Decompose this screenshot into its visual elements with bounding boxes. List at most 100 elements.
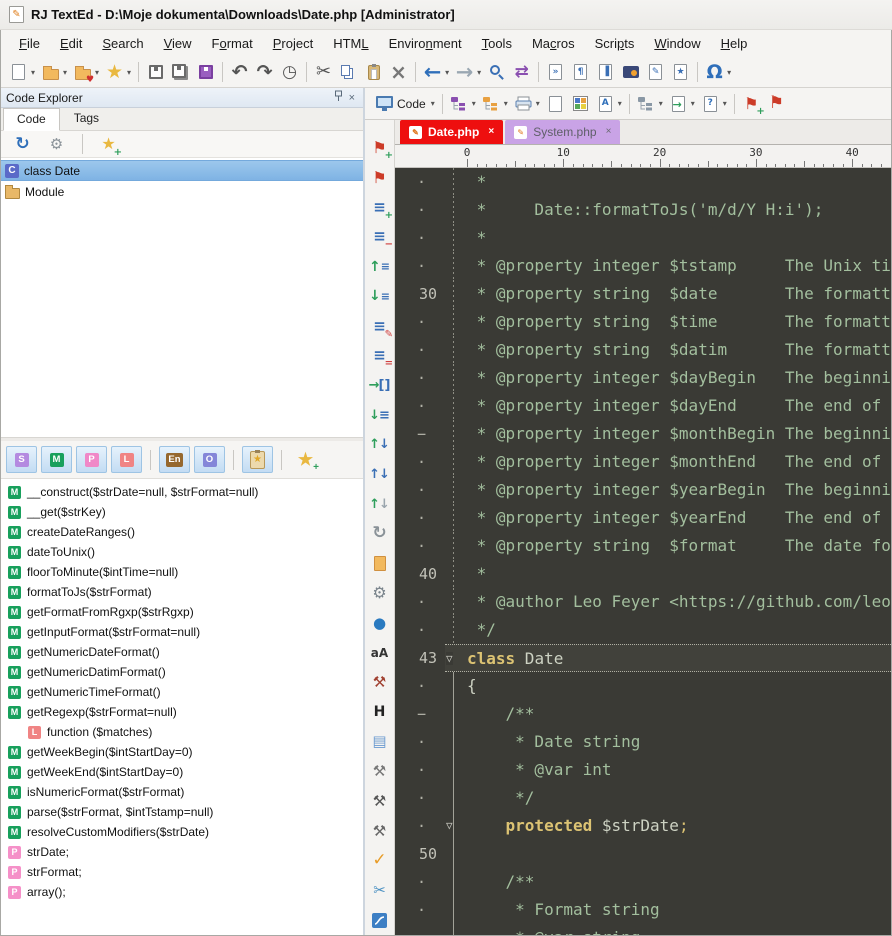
member-item[interactable]: M__construct($strDate=null, $strFormat=n… xyxy=(1,482,363,502)
member-item[interactable]: MgetInputFormat($strFormat=null) xyxy=(1,622,363,642)
member-item[interactable]: MgetFormatFromRgxp($strRgxp) xyxy=(1,602,363,622)
sort-descending-button[interactable]: ↑↓ xyxy=(366,489,394,519)
bookmark-members-button[interactable]: ★ xyxy=(242,446,273,473)
member-item[interactable]: MfloorToMinute($intTime=null) xyxy=(1,562,363,582)
navigate-forward-button[interactable]: →▾ xyxy=(452,59,484,86)
find-button[interactable] xyxy=(484,59,509,86)
font-format-button[interactable]: A▾ xyxy=(593,90,625,117)
color-palette-button[interactable] xyxy=(568,90,593,117)
save-as-button[interactable] xyxy=(193,59,218,86)
menu-environment[interactable]: Environment xyxy=(379,32,472,55)
tab-tags[interactable]: Tags xyxy=(60,107,113,130)
strip-tags-button[interactable]: ✂ xyxy=(366,876,394,906)
structure-gray-button[interactable]: ▾ xyxy=(634,90,666,117)
settings-button[interactable]: ⚙ xyxy=(366,579,394,609)
fold-marker-icon[interactable]: ▽ xyxy=(446,819,453,832)
filter-p-button[interactable]: P xyxy=(76,446,107,473)
add-favorite-button[interactable]: ★+ xyxy=(290,446,321,473)
browser-preview-button[interactable]: ● xyxy=(366,608,394,638)
tab-close-icon[interactable]: × xyxy=(606,127,612,137)
snippets-doc-button[interactable]: » xyxy=(543,59,568,86)
delete-button[interactable]: × xyxy=(386,59,411,86)
copy-button[interactable] xyxy=(336,59,361,86)
sort-lines-button[interactable]: ↑↓ xyxy=(366,460,394,490)
build-tool-3-button[interactable]: ⚒ xyxy=(366,816,394,846)
close-icon[interactable]: × xyxy=(346,92,358,104)
document-star-button[interactable]: ★ xyxy=(668,59,693,86)
document-button[interactable] xyxy=(543,90,568,117)
screen-capture-button[interactable] xyxy=(618,59,643,86)
move-line-up-button[interactable]: ↑≡ xyxy=(366,252,394,282)
new-file-button[interactable]: ▾ xyxy=(6,59,38,86)
menu-html[interactable]: HTML xyxy=(323,32,378,55)
insert-brackets-button[interactable]: →[] xyxy=(366,371,394,401)
delete-line-button[interactable]: ≡− xyxy=(366,222,394,252)
member-item[interactable]: MgetWeekBegin($intStartDay=0) xyxy=(1,742,363,762)
view-mode-button[interactable]: Code▾ xyxy=(372,90,438,117)
member-item[interactable]: MisNumericFormat($strFormat) xyxy=(1,782,363,802)
member-item[interactable]: MformatToJs($strFormat) xyxy=(1,582,363,602)
replace-line-button[interactable]: ≡= xyxy=(366,341,394,371)
bookmark-add-button[interactable]: ⚑+ xyxy=(739,90,764,117)
refresh-button[interactable]: ↻ xyxy=(10,131,35,158)
member-item[interactable]: MresolveCustomModifiers($strDate) xyxy=(1,822,363,842)
special-characters-button[interactable]: Ω▾ xyxy=(702,59,734,86)
menu-scripts[interactable]: Scripts xyxy=(585,32,645,55)
member-item[interactable]: PstrFormat; xyxy=(1,862,363,882)
member-item[interactable]: MdateToUnix() xyxy=(1,542,363,562)
filter-en-button[interactable]: En xyxy=(159,446,190,473)
member-item[interactable]: Parray(); xyxy=(1,882,363,902)
move-line-down-button[interactable]: ↓≡ xyxy=(366,282,394,312)
show-formatting-button[interactable]: ¶ xyxy=(568,59,593,86)
navigate-back-button[interactable]: ←▾ xyxy=(420,59,452,86)
insert-line-button[interactable]: ≡+ xyxy=(366,192,394,222)
member-item[interactable]: MgetNumericTimeFormat() xyxy=(1,682,363,702)
document-tab-system-php[interactable]: ✎System.php× xyxy=(505,120,620,144)
history-button[interactable]: ◷ xyxy=(277,59,302,86)
doc-help-button[interactable]: ?▾ xyxy=(698,90,730,117)
tree-item[interactable]: Module xyxy=(1,181,363,202)
save-all-button[interactable] xyxy=(168,59,193,86)
structure-purple-button[interactable]: ▾ xyxy=(447,90,479,117)
compare-button[interactable]: ⇄ xyxy=(509,59,534,86)
tree-item[interactable]: Cclass Date xyxy=(1,160,363,181)
import-doc-button[interactable]: →▾ xyxy=(666,90,698,117)
paste-button[interactable] xyxy=(361,59,386,86)
sort-ascending-button[interactable]: ↑↓ xyxy=(366,430,394,460)
print-preview-button[interactable]: ▾ xyxy=(511,90,543,117)
side-panel-doc-button[interactable]: ▐ xyxy=(593,59,618,86)
bookmark-button[interactable]: ⚑ xyxy=(366,163,394,193)
add-favorite-button[interactable]: ★+ xyxy=(96,131,121,158)
member-item[interactable]: MgetWeekEnd($intStartDay=0) xyxy=(1,762,363,782)
structure-orange-button[interactable]: ▾ xyxy=(479,90,511,117)
undo-button[interactable]: ↶ xyxy=(227,59,252,86)
bookmark-add-button[interactable]: ⚑+ xyxy=(366,133,394,163)
spell-check-button[interactable]: ✓ xyxy=(366,846,394,876)
menu-macros[interactable]: Macros xyxy=(522,32,585,55)
member-item[interactable]: Lfunction ($matches) xyxy=(1,722,363,742)
menu-help[interactable]: Help xyxy=(711,32,758,55)
document-tab-date-php[interactable]: ✎Date.php× xyxy=(400,120,503,144)
chart-panel-button[interactable] xyxy=(366,905,394,935)
menu-tools[interactable]: Tools xyxy=(472,32,522,55)
tab-code[interactable]: Code xyxy=(3,108,60,131)
menu-format[interactable]: Format xyxy=(202,32,263,55)
filter-m-button[interactable]: M xyxy=(41,446,72,473)
settings-button[interactable]: ⚙ xyxy=(44,131,69,158)
menu-search[interactable]: Search xyxy=(92,32,153,55)
favorites-button[interactable]: ★▾ xyxy=(102,59,134,86)
tools-button[interactable]: ⚒ xyxy=(366,668,394,698)
member-item[interactable]: M__get($strKey) xyxy=(1,502,363,522)
filter-l-button[interactable]: L xyxy=(111,446,142,473)
fold-marker-icon[interactable]: ▽ xyxy=(446,652,453,665)
pin-icon[interactable] xyxy=(331,90,346,105)
filter-s-button[interactable]: S xyxy=(6,446,37,473)
filter-o-button[interactable]: O xyxy=(194,446,225,473)
member-item[interactable]: MgetNumericDatimFormat() xyxy=(1,662,363,682)
tab-close-icon[interactable]: × xyxy=(488,127,494,137)
menu-window[interactable]: Window xyxy=(644,32,710,55)
bookmark-button[interactable]: ⚑ xyxy=(764,90,789,117)
snippet-file-button[interactable] xyxy=(366,549,394,579)
duplicate-line-button[interactable]: ≡✎ xyxy=(366,311,394,341)
menu-edit[interactable]: Edit xyxy=(50,32,92,55)
